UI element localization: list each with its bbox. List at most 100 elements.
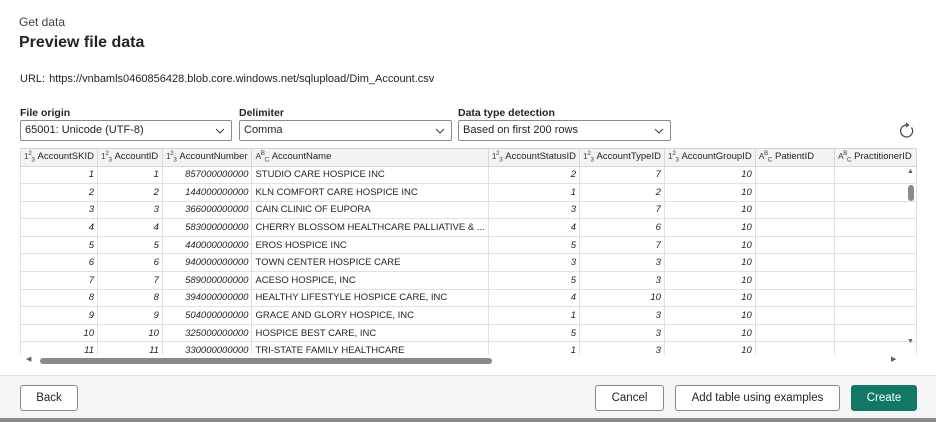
table-cell[interactable]: 10 xyxy=(579,288,665,308)
table-cell[interactable]: 10 xyxy=(663,183,756,202)
table-cell[interactable]: 325000000000 xyxy=(161,323,253,343)
table-cell[interactable]: 8 xyxy=(96,288,163,308)
table-cell[interactable]: 7 xyxy=(579,200,665,220)
table-cell[interactable]: 3 xyxy=(487,253,581,273)
horizontal-scrollbar[interactable]: ◀ ▶ xyxy=(20,355,905,367)
column-header[interactable]: 123 AccountNumber xyxy=(161,149,253,167)
table-cell[interactable] xyxy=(754,271,835,290)
table-cell[interactable]: 1 xyxy=(487,306,581,325)
table-cell[interactable]: 8 xyxy=(20,288,98,308)
table-cell[interactable]: 10 xyxy=(663,288,756,308)
table-cell[interactable]: 10 xyxy=(663,165,756,185)
table-cell[interactable]: 5 xyxy=(487,271,581,290)
table-cell[interactable]: 7 xyxy=(20,271,98,290)
table-cell[interactable] xyxy=(754,218,835,237)
table-cell[interactable]: 3 xyxy=(20,200,98,220)
table-cell[interactable]: 3 xyxy=(579,253,665,273)
vertical-scroll-thumb[interactable] xyxy=(908,185,914,201)
table-cell[interactable] xyxy=(754,200,835,220)
column-header[interactable]: ABC PatientID xyxy=(754,149,835,167)
table-cell[interactable]: 11 xyxy=(96,341,163,355)
table-cell[interactable]: 394000000000 xyxy=(161,288,253,308)
table-cell[interactable]: 3 xyxy=(579,271,665,290)
table-cell[interactable]: 3 xyxy=(487,200,581,220)
table-cell[interactable]: 9 xyxy=(20,306,98,325)
column-header[interactable]: ABC AccountName xyxy=(251,149,489,167)
table-cell[interactable]: 5 xyxy=(20,235,98,255)
table-cell[interactable]: 5 xyxy=(487,323,581,343)
table-cell[interactable]: HEALTHY LIFESTYLE HOSPICE CARE, INC xyxy=(251,288,489,308)
table-cell[interactable]: GRACE AND GLORY HOSPICE, INC xyxy=(251,306,489,325)
table-cell[interactable]: 4 xyxy=(20,218,98,237)
file-origin-select[interactable]: 65001: Unicode (UTF-8) xyxy=(20,120,232,141)
table-cell[interactable]: 1 xyxy=(20,165,98,185)
refresh-icon[interactable] xyxy=(898,122,916,140)
table-cell[interactable]: 583000000000 xyxy=(161,218,253,237)
table-cell[interactable]: HOSPICE BEST CARE, INC xyxy=(251,323,489,343)
table-cell[interactable]: 10 xyxy=(663,253,756,273)
table-cell[interactable]: CHERRY BLOSSOM HEALTHCARE PALLIATIVE & .… xyxy=(251,218,489,237)
table-cell[interactable]: 940000000000 xyxy=(161,253,253,273)
table-cell[interactable]: CAIN CLINIC OF EUPORA xyxy=(251,200,489,220)
table-cell[interactable]: 5 xyxy=(96,235,163,255)
table-cell[interactable]: 10 xyxy=(663,218,756,237)
table-cell[interactable] xyxy=(754,323,835,343)
table-cell[interactable] xyxy=(754,341,835,355)
table-cell[interactable]: EROS HOSPICE INC xyxy=(251,235,489,255)
table-cell[interactable]: STUDIO CARE HOSPICE INC xyxy=(251,165,489,185)
table-cell[interactable]: 330000000000 xyxy=(161,341,253,355)
data-type-detection-select[interactable]: Based on first 200 rows xyxy=(458,120,671,141)
table-cell[interactable]: 144000000000 xyxy=(161,183,253,202)
table-cell[interactable]: 10 xyxy=(663,323,756,343)
table-cell[interactable]: 6 xyxy=(579,218,665,237)
table-cell[interactable] xyxy=(754,306,835,325)
table-cell[interactable]: 2 xyxy=(579,183,665,202)
table-cell[interactable]: 10 xyxy=(663,235,756,255)
table-cell[interactable]: 3 xyxy=(579,341,665,355)
table-cell[interactable] xyxy=(754,288,835,308)
scroll-left-icon[interactable]: ◀ xyxy=(26,355,31,363)
column-header[interactable]: 123 AccountSKID xyxy=(20,149,98,167)
table-cell[interactable]: 1 xyxy=(96,165,163,185)
add-table-using-examples-button[interactable]: Add table using examples xyxy=(675,385,840,411)
table-cell[interactable]: 7 xyxy=(579,165,665,185)
cancel-button[interactable]: Cancel xyxy=(595,385,664,411)
table-cell[interactable]: 10 xyxy=(663,271,756,290)
table-cell[interactable] xyxy=(754,253,835,273)
table-cell[interactable] xyxy=(754,235,835,255)
table-cell[interactable]: 2 xyxy=(20,183,98,202)
table-cell[interactable]: 3 xyxy=(579,306,665,325)
table-cell[interactable]: 1 xyxy=(487,341,581,355)
column-header[interactable]: 123 AccountID xyxy=(96,149,163,167)
table-cell[interactable]: 2 xyxy=(96,183,163,202)
table-cell[interactable]: 4 xyxy=(487,218,581,237)
table-cell[interactable]: 6 xyxy=(20,253,98,273)
scroll-down-icon[interactable]: ▼ xyxy=(907,338,914,345)
table-cell[interactable]: 10 xyxy=(96,323,163,343)
column-header[interactable]: 123 AccountGroupID xyxy=(663,149,756,167)
table-cell[interactable]: KLN COMFORT CARE HOSPICE INC xyxy=(251,183,489,202)
horizontal-scroll-thumb[interactable] xyxy=(40,358,492,364)
table-cell[interactable]: 5 xyxy=(487,235,581,255)
table-cell[interactable]: 3 xyxy=(96,200,163,220)
table-cell[interactable]: TOWN CENTER HOSPICE CARE xyxy=(251,253,489,273)
table-cell[interactable]: 3 xyxy=(579,323,665,343)
table-cell[interactable]: 2 xyxy=(487,165,581,185)
table-cell[interactable]: 4 xyxy=(96,218,163,237)
table-cell[interactable]: ACESO HOSPICE, INC xyxy=(251,271,489,290)
back-button[interactable]: Back xyxy=(20,385,78,411)
create-button[interactable]: Create xyxy=(851,385,917,411)
table-cell[interactable]: 504000000000 xyxy=(161,306,253,325)
table-cell[interactable]: 1 xyxy=(487,183,581,202)
table-cell[interactable]: TRI-STATE FAMILY HEALTHCARE xyxy=(251,341,489,355)
table-cell[interactable]: 11 xyxy=(20,341,98,355)
table-cell[interactable]: 9 xyxy=(96,306,163,325)
column-header[interactable]: 123 AccountStatusID xyxy=(487,149,581,167)
table-cell[interactable]: 10 xyxy=(20,323,98,343)
table-cell[interactable]: 6 xyxy=(96,253,163,273)
column-header[interactable]: 123 AccountTypeID xyxy=(579,149,665,167)
table-cell[interactable] xyxy=(754,183,835,202)
table-cell[interactable]: 4 xyxy=(487,288,581,308)
table-cell[interactable]: 857000000000 xyxy=(161,165,253,185)
delimiter-select[interactable]: Comma xyxy=(239,120,452,141)
